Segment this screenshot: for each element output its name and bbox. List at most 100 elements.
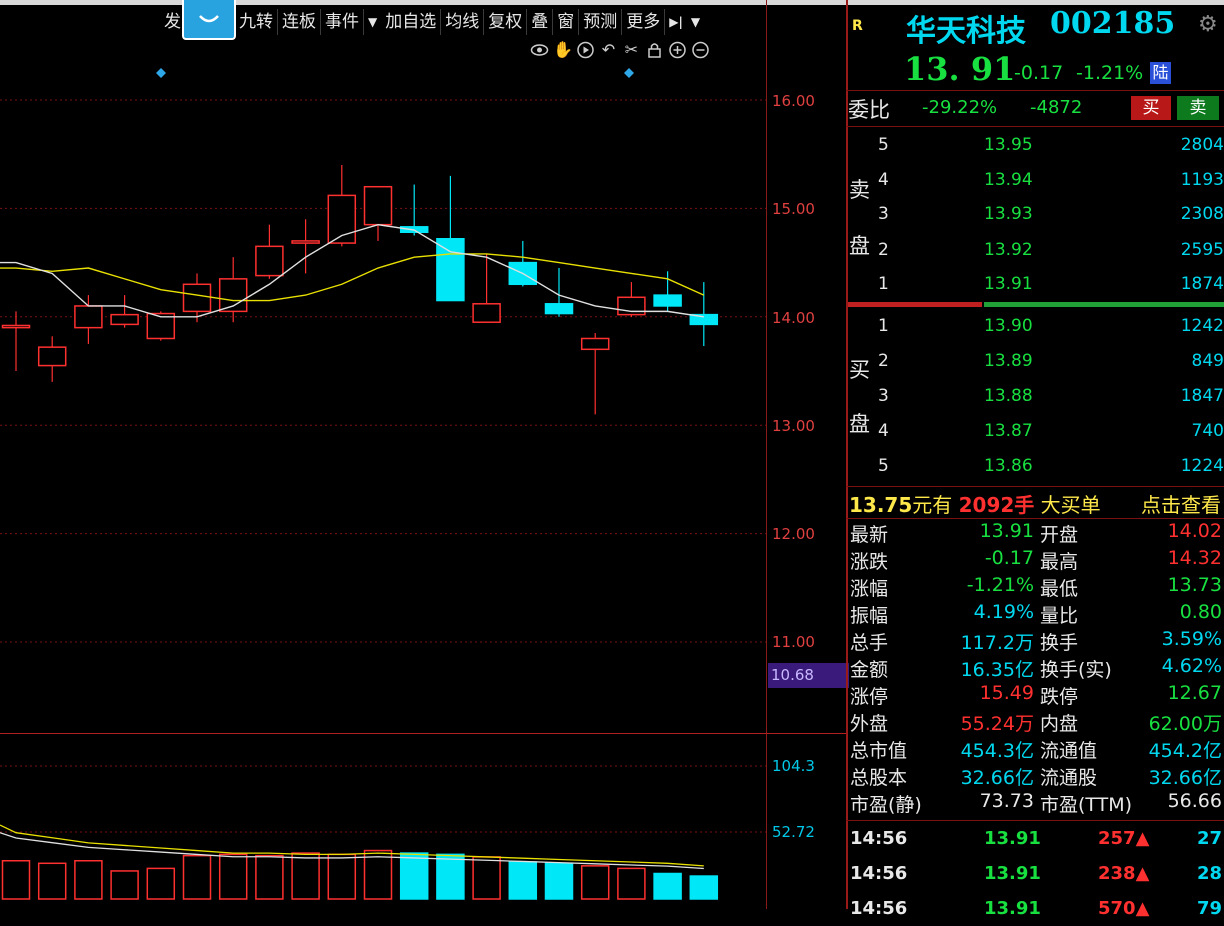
buy-level-5[interactable]: 5 13.86 1224	[848, 450, 1224, 484]
buy-level-1[interactable]: 1 13.90 1242	[848, 310, 1224, 344]
level-price: 13.94	[984, 170, 1033, 190]
stat-label: 跌停	[1040, 686, 1079, 708]
level-price: 13.88	[984, 386, 1033, 406]
candle-body	[255, 245, 284, 277]
tick-count: 28	[1196, 863, 1222, 884]
price-change-pct: -1.21%	[1076, 62, 1144, 84]
tick-price: 13.91	[984, 863, 1041, 884]
sell-level-2[interactable]: 2 13.92 2595	[848, 234, 1224, 268]
stat-value: 117.2万	[960, 632, 1034, 654]
stat-label: 振幅	[850, 605, 889, 627]
tick-count: 27	[1196, 828, 1222, 849]
divider	[846, 518, 1224, 519]
candle-body	[653, 294, 682, 307]
tick-row: 14:56 13.91 238▲ 28	[850, 857, 1224, 891]
stat-label: 最新	[850, 524, 889, 546]
level-price: 13.91	[984, 274, 1033, 294]
big-order-price: 13.75	[849, 493, 913, 517]
current-price: 13. 91	[904, 50, 1016, 88]
tick-volume-value: 257	[1098, 828, 1136, 849]
stat-value: 0.80	[1179, 601, 1222, 623]
current-price-badge: 10.68	[768, 663, 849, 688]
level-volume: 849	[1191, 351, 1224, 371]
stat-label: 总手	[850, 632, 889, 654]
candle-body	[580, 337, 610, 351]
sell-level-4[interactable]: 4 13.94 1193	[848, 164, 1224, 198]
candle-body	[182, 283, 212, 313]
stat-label: 涨幅	[850, 578, 889, 600]
volume-bar	[291, 852, 320, 900]
stat-value: 13.73	[1167, 574, 1222, 596]
level-volume: 2595	[1180, 240, 1224, 260]
level-volume: 2308	[1180, 204, 1224, 224]
buy-level-4[interactable]: 4 13.87 740	[848, 415, 1224, 449]
stat-label: 换手(实)	[1040, 659, 1112, 681]
candle-body	[472, 303, 501, 323]
stat-label: 换手	[1040, 632, 1079, 654]
candle-body	[110, 313, 139, 326]
stat-value: 32.66亿	[1148, 767, 1222, 789]
tick-row: 14:56 13.91 570▲ 79	[850, 892, 1224, 926]
stat-value: 16.35亿	[960, 659, 1034, 681]
stat-row: 涨幅 -1.21% 最低 13.73	[850, 574, 1224, 601]
stat-row: 总手 117.2万 换手 3.59%	[850, 628, 1224, 655]
stat-label: 总市值	[850, 740, 908, 762]
volume-bar	[37, 862, 67, 900]
level-price: 13.89	[984, 351, 1033, 371]
volume-bar	[580, 865, 610, 900]
candle-body	[544, 303, 574, 315]
stat-value: 454.2亿	[1148, 740, 1222, 762]
stock-code: 002185	[1050, 6, 1176, 41]
stat-label: 流通股	[1040, 767, 1098, 789]
stat-row: 总股本 32.66亿 流通股 32.66亿	[850, 763, 1224, 790]
big-order-banner[interactable]: 13.75元有 2092手 大买单 点击查看	[849, 489, 1223, 517]
realtime-tag: R	[852, 18, 863, 34]
buy-level-3[interactable]: 3 13.88 1847	[848, 380, 1224, 414]
level-number: 5	[878, 456, 889, 476]
stat-label: 市盈(静)	[850, 794, 922, 816]
divider	[846, 820, 1224, 821]
level-volume: 2804	[1180, 135, 1224, 155]
sell-level-1[interactable]: 1 13.91 1874	[848, 268, 1224, 302]
buy-level-2[interactable]: 2 13.89 849	[848, 345, 1224, 379]
volume-bar	[508, 861, 538, 900]
volume-bar	[399, 852, 429, 900]
price-change: -0.17	[1014, 62, 1064, 84]
volume-bar	[146, 867, 176, 900]
sell-level-3[interactable]: 3 13.93 2308	[848, 198, 1224, 232]
stat-value: 56.66	[1167, 790, 1222, 812]
stat-row: 市盈(静) 73.73 市盈(TTM) 56.66	[850, 790, 1224, 817]
stat-value: 13.91	[979, 520, 1034, 542]
level-volume: 1847	[1180, 386, 1224, 406]
candlestick-chart[interactable]	[0, 0, 766, 909]
pane-separator	[0, 733, 846, 734]
view-details-link[interactable]: 点击查看	[1141, 489, 1221, 518]
level-number: 2	[878, 240, 889, 260]
stat-value: 73.73	[979, 790, 1034, 812]
volume-bar	[110, 870, 139, 900]
big-order-qty: 2092手	[958, 493, 1035, 517]
stat-value: 55.24万	[960, 713, 1034, 735]
level-volume: 1242	[1180, 316, 1224, 336]
candle-body	[291, 240, 320, 244]
level-price: 13.90	[984, 316, 1033, 336]
buy-button[interactable]: 买	[1131, 96, 1171, 120]
stat-row: 最新 13.91 开盘 14.02	[850, 520, 1224, 547]
level-price: 13.87	[984, 421, 1033, 441]
sell-button[interactable]: 卖	[1177, 96, 1219, 120]
volume-bar	[1, 859, 31, 900]
candle-body	[436, 238, 465, 302]
level-volume: 740	[1191, 421, 1224, 441]
up-arrow-icon: ▲	[1135, 828, 1150, 849]
stat-label: 市盈(TTM)	[1040, 794, 1133, 816]
settings-gear-icon[interactable]: ⚙	[1198, 12, 1218, 37]
level-number: 3	[878, 386, 889, 406]
volume-tick-high: 104.3	[772, 757, 815, 775]
weibi-label: 委比	[848, 98, 890, 122]
stat-label: 涨停	[850, 686, 889, 708]
level-number: 3	[878, 204, 889, 224]
price-tick-12: 12.00	[772, 525, 815, 543]
tick-volume: 238▲	[1098, 863, 1149, 884]
tick-time: 14:56	[850, 863, 908, 884]
sell-level-5[interactable]: 5 13.95 2804	[848, 129, 1224, 163]
